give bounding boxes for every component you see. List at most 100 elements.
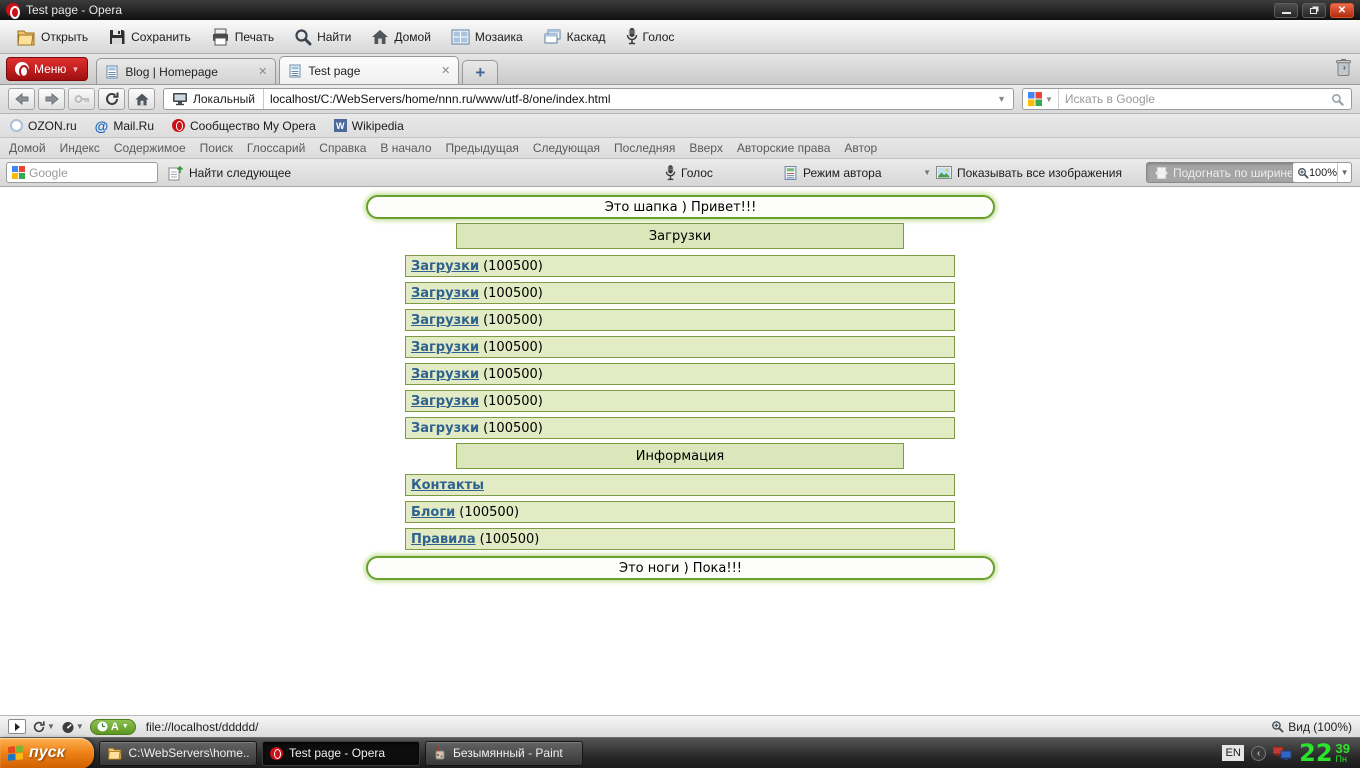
taskbar-item-explorer[interactable]: C:\WebServers\home... bbox=[99, 741, 257, 766]
docnav-search[interactable]: Поиск bbox=[200, 141, 233, 155]
docnav-previous[interactable]: Предыдущая bbox=[446, 141, 519, 155]
search-icon bbox=[294, 28, 312, 46]
tab-label: Blog | Homepage bbox=[125, 65, 252, 79]
list-item: Контакты bbox=[405, 474, 955, 496]
docnav-last[interactable]: Последняя bbox=[614, 141, 675, 155]
zoom-dropdown-icon[interactable]: ▼ bbox=[1337, 163, 1351, 182]
zoom-value: 100% bbox=[1309, 167, 1337, 179]
tile-button[interactable]: Мозаика bbox=[443, 25, 531, 49]
taskbar-item-label: Test page - Opera bbox=[289, 746, 385, 760]
find-in-page-input[interactable] bbox=[29, 166, 139, 180]
rules-link[interactable]: Правила bbox=[411, 532, 476, 547]
docnav-start[interactable]: В начало bbox=[380, 141, 431, 155]
address-input[interactable] bbox=[264, 92, 990, 106]
downloads-link[interactable]: Загрузки bbox=[411, 367, 479, 382]
count-label: (100500) bbox=[459, 505, 519, 520]
bookmark-ozon[interactable]: OZON.ru bbox=[10, 119, 77, 133]
toolbar-button-label: Домой bbox=[394, 30, 431, 44]
home-nav-button[interactable] bbox=[128, 88, 155, 110]
voice-toolbar-button[interactable]: Голос bbox=[665, 162, 713, 183]
docnav-help[interactable]: Справка bbox=[319, 141, 366, 155]
taskbar-item-label: C:\WebServers\home... bbox=[128, 746, 249, 760]
close-button[interactable]: ✕ bbox=[1330, 3, 1354, 18]
docnav-glossary[interactable]: Глоссарий bbox=[247, 141, 305, 155]
sync-button[interactable]: ▼ bbox=[32, 720, 55, 734]
panel-toggle-icon bbox=[15, 723, 20, 731]
reload-button[interactable] bbox=[98, 88, 125, 110]
blogs-link[interactable]: Блоги bbox=[411, 505, 455, 520]
open-button[interactable]: Открыть bbox=[8, 25, 96, 49]
docnav-next[interactable]: Следующая bbox=[533, 141, 600, 155]
count-label: (100500) bbox=[483, 259, 543, 274]
trash-icon bbox=[1335, 58, 1352, 77]
tray-expand-button[interactable]: ‹ bbox=[1251, 746, 1266, 761]
turbo-button[interactable]: ▼ bbox=[61, 720, 84, 734]
cascade-button[interactable]: Каскад bbox=[535, 25, 614, 49]
panel-toggle-button[interactable] bbox=[8, 719, 26, 734]
wand-login-button[interactable] bbox=[68, 88, 95, 110]
find-next-button[interactable]: Найти следующее bbox=[168, 162, 291, 183]
minimize-button[interactable] bbox=[1274, 3, 1298, 18]
count-label: (100500) bbox=[483, 394, 543, 409]
contacts-link[interactable]: Контакты bbox=[411, 478, 484, 493]
restore-icon bbox=[1310, 8, 1317, 14]
docnav-copyright[interactable]: Авторские права bbox=[737, 141, 831, 155]
language-indicator[interactable]: EN bbox=[1222, 745, 1244, 761]
section-title: Загрузки bbox=[649, 229, 711, 244]
toolbar-button-label: Каскад bbox=[567, 30, 606, 44]
bookmark-wikipedia[interactable]: W Wikipedia bbox=[334, 119, 404, 133]
save-icon bbox=[108, 28, 126, 46]
menu-button[interactable]: Меню ▼ bbox=[6, 57, 88, 81]
downloads-link[interactable]: Загрузки bbox=[411, 259, 479, 274]
home-button[interactable]: Домой bbox=[363, 25, 439, 49]
taskbar-item-paint[interactable]: Безымянный - Paint bbox=[425, 741, 583, 766]
start-button[interactable]: пуск bbox=[0, 738, 94, 768]
page-footer-text: Это ноги ) Пока!!! bbox=[619, 561, 742, 576]
taskbar-item-opera[interactable]: Test page - Opera bbox=[262, 741, 420, 766]
docnav-home[interactable]: Домой bbox=[9, 141, 46, 155]
tab-blog-homepage[interactable]: Blog | Homepage ✕ bbox=[96, 58, 276, 84]
new-tab-button[interactable]: + bbox=[462, 60, 498, 84]
tab-test-page[interactable]: Test page ✕ bbox=[279, 56, 459, 84]
search-icon bbox=[1331, 93, 1344, 106]
downloads-link[interactable]: Загрузки bbox=[411, 313, 479, 328]
zoom-control[interactable]: 100% ▼ bbox=[1292, 162, 1352, 183]
save-button[interactable]: Сохранить bbox=[100, 25, 199, 49]
google-icon bbox=[1028, 92, 1042, 106]
view-zoom-button[interactable]: Вид (100%) bbox=[1271, 720, 1352, 734]
restore-button[interactable] bbox=[1302, 3, 1326, 18]
downloads-link[interactable]: Загрузки bbox=[411, 421, 479, 436]
tab-close-icon[interactable]: ✕ bbox=[441, 64, 450, 77]
voice-button[interactable]: Голос bbox=[618, 24, 683, 49]
print-button[interactable]: Печать bbox=[203, 25, 282, 49]
address-dropdown-icon[interactable]: ▼ bbox=[990, 94, 1013, 104]
tab-close-icon[interactable]: ✕ bbox=[258, 65, 267, 78]
network-icon[interactable] bbox=[1273, 746, 1292, 761]
back-button[interactable] bbox=[8, 88, 35, 110]
docnav-author[interactable]: Автор bbox=[844, 141, 877, 155]
fit-width-button[interactable]: Подогнать по ширине bbox=[1146, 162, 1303, 183]
docnav-index[interactable]: Индекс bbox=[60, 141, 100, 155]
forward-button[interactable] bbox=[38, 88, 65, 110]
docnav-contents[interactable]: Содержимое bbox=[114, 141, 186, 155]
page-mode-badge[interactable]: A ▼ bbox=[90, 719, 136, 735]
web-search-input[interactable] bbox=[1059, 92, 1324, 106]
author-mode-select[interactable]: Режим автора ▼ bbox=[783, 162, 931, 183]
docnav-up[interactable]: Вверх bbox=[689, 141, 722, 155]
title-bar: Test page - Opera ✕ bbox=[0, 0, 1360, 20]
search-engine-button[interactable]: ▼ bbox=[1023, 89, 1059, 109]
toolbar-button-label: Мозаика bbox=[475, 30, 523, 44]
microphone-icon bbox=[626, 27, 638, 46]
find-button[interactable]: Найти bbox=[286, 25, 359, 49]
search-go-button[interactable] bbox=[1324, 93, 1351, 106]
downloads-link[interactable]: Загрузки bbox=[411, 286, 479, 301]
show-images-button[interactable]: Показывать все изображения bbox=[936, 162, 1122, 183]
downloads-link[interactable]: Загрузки bbox=[411, 394, 479, 409]
closed-tabs-trash-button[interactable] bbox=[1335, 58, 1352, 77]
site-security-button[interactable]: Локальный bbox=[164, 89, 264, 109]
home-icon bbox=[371, 28, 389, 46]
bookmark-mailru[interactable]: @ Mail.Ru bbox=[95, 118, 154, 134]
downloads-link[interactable]: Загрузки bbox=[411, 340, 479, 355]
chevron-down-icon: ▼ bbox=[71, 65, 79, 74]
bookmark-myopera[interactable]: Сообщество My Opera bbox=[172, 119, 316, 133]
